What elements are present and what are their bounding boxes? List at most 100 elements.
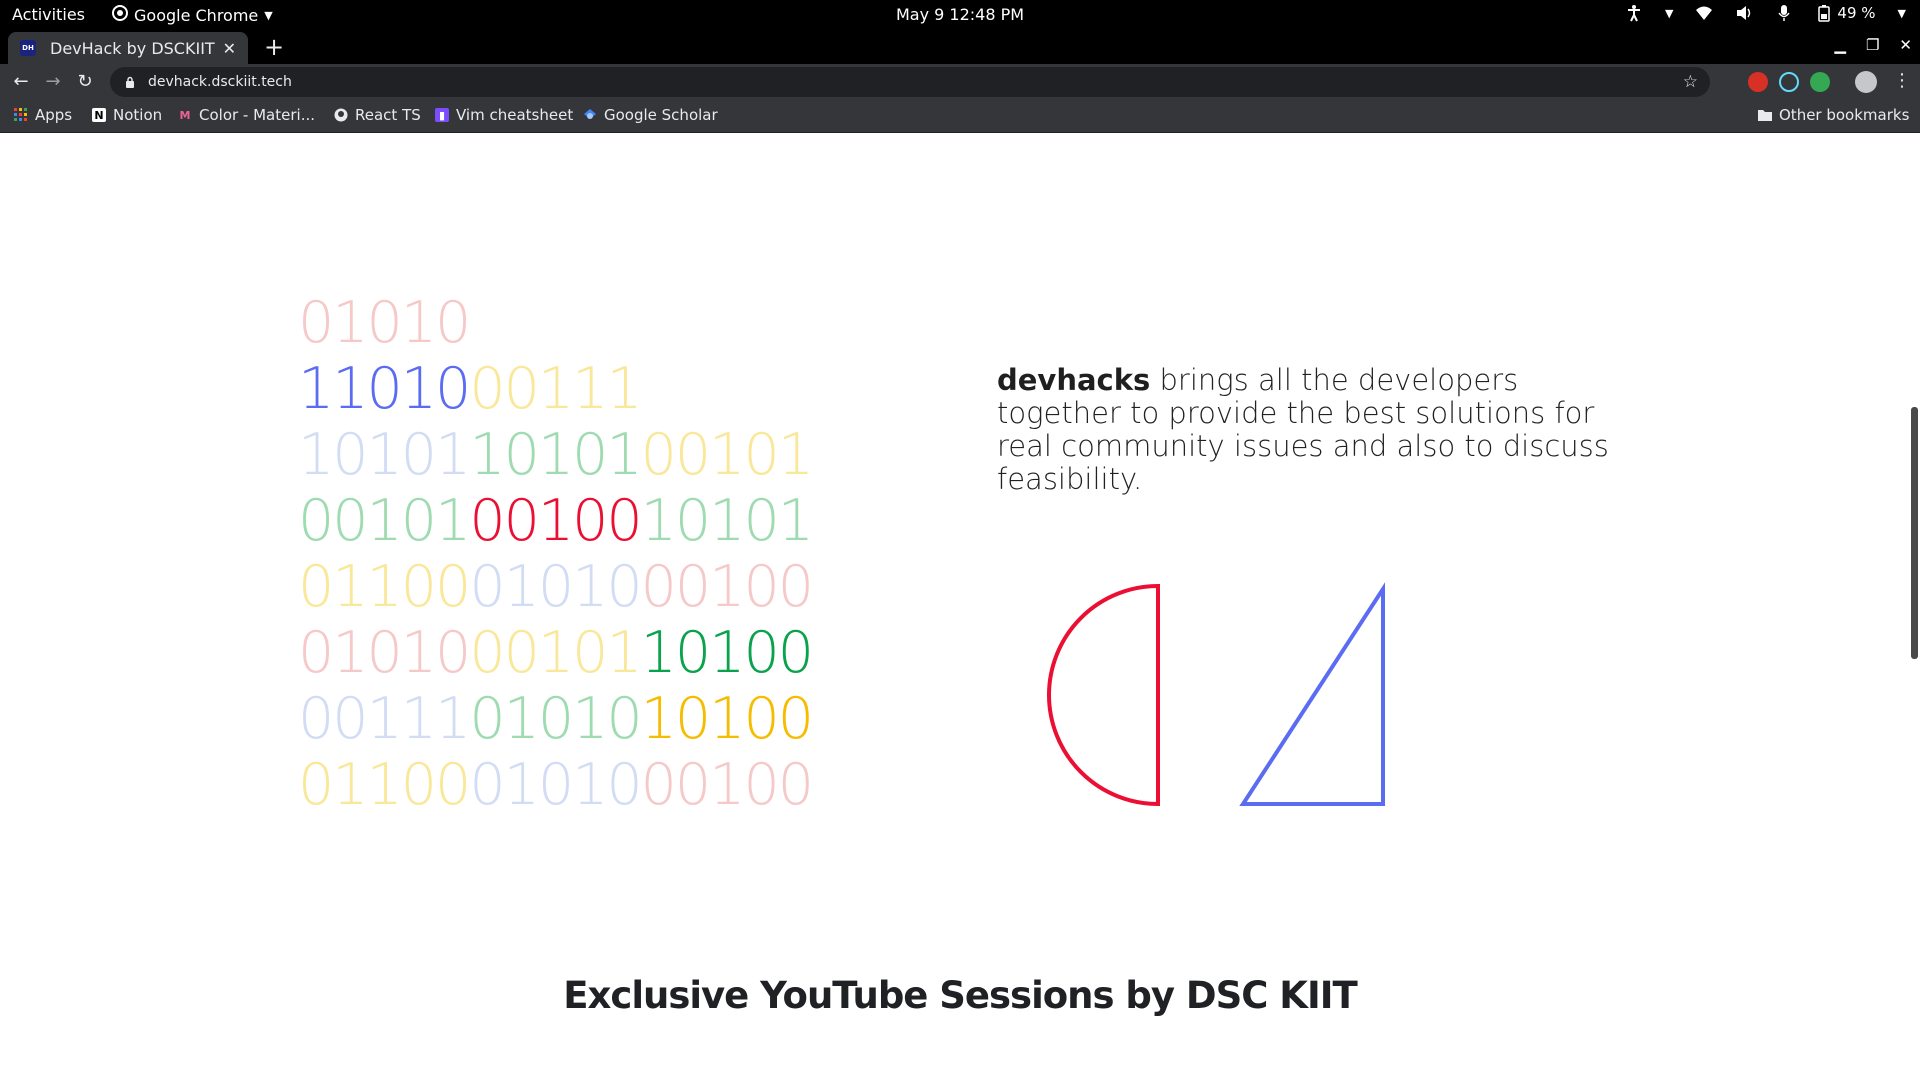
binary-segment: 00111	[469, 356, 642, 422]
page-viewport[interactable]: 01010 1101000111 101011010100101 0010100100…	[0, 134, 1920, 1080]
react-devtools-icon[interactable]	[1779, 72, 1799, 92]
decorative-shapes	[1047, 582, 1385, 807]
wifi-icon[interactable]	[1695, 4, 1713, 22]
scholar-icon	[583, 108, 597, 122]
bookmark-label: Vim cheatsheet	[456, 106, 574, 124]
binary-segment: 00101	[640, 422, 814, 488]
binary-segment: 00100	[640, 554, 814, 620]
tab-strip: DH DevHack by DSCKIIT ✕ + ▁ ❐ ✕	[0, 30, 1920, 64]
notion-icon: N	[92, 108, 106, 122]
chevron-down-icon: ▼	[264, 8, 273, 22]
binary-row: 1101000111	[298, 356, 812, 422]
vim-icon: ▮	[435, 108, 449, 122]
lock-icon[interactable]	[122, 74, 138, 90]
extension-green-icon[interactable]	[1810, 72, 1830, 92]
bookmark-color-material[interactable]: M Color - Materi...	[178, 106, 315, 124]
app-menu-label: Google Chrome	[134, 5, 259, 25]
binary-segment: 10100	[640, 620, 814, 686]
app-menu[interactable]: Google Chrome ▼	[112, 5, 273, 25]
bookmark-google-scholar[interactable]: Google Scholar	[583, 106, 718, 124]
binary-segment: 10101	[640, 488, 814, 554]
forward-arrow-icon[interactable]: →	[41, 70, 65, 94]
scrollbar-thumb[interactable]	[1911, 407, 1918, 659]
back-arrow-icon[interactable]: ←	[9, 70, 33, 94]
binary-row: 010100010110100	[298, 620, 814, 686]
microphone-icon[interactable]	[1775, 4, 1793, 22]
binary-segment: 00101	[469, 620, 642, 686]
more-menu-icon[interactable]: ⋮	[1893, 70, 1911, 91]
binary-row: 011000101000100	[298, 752, 814, 818]
bookmark-label: React TS	[355, 106, 421, 124]
binary-segment: 01100	[298, 554, 471, 620]
binary-segment: 10101	[298, 422, 471, 488]
binary-row: 001110101010100	[298, 686, 814, 752]
binary-row: 001010010010101	[298, 488, 814, 554]
binary-segment: 00100	[640, 752, 814, 818]
binary-segment: 01010	[298, 290, 471, 356]
binary-segment: 10100	[640, 686, 814, 752]
binary-segment: 11010	[298, 356, 471, 422]
binary-segment: 01010	[298, 620, 471, 686]
chrome-icon	[112, 5, 128, 25]
binary-row: 01010	[298, 290, 812, 356]
bookmark-label: Google Scholar	[604, 106, 718, 124]
bookmarks-bar: Apps N Notion M Color - Materi... React …	[0, 100, 1920, 133]
profile-avatar[interactable]	[1855, 71, 1877, 93]
bookmark-react-ts[interactable]: React TS	[334, 106, 421, 124]
minimize-icon[interactable]: ▁	[1834, 36, 1846, 54]
bookmark-label: Color - Materi...	[199, 106, 315, 124]
binary-segment: 00101	[298, 488, 471, 554]
bookmark-other[interactable]: Other bookmarks	[1758, 106, 1909, 124]
bookmark-notion[interactable]: N Notion	[92, 106, 162, 124]
address-bar[interactable]: devhack.dsckiit.tech ☆	[110, 67, 1710, 97]
window-controls: ▁ ❐ ✕	[1834, 36, 1912, 54]
binary-segment: 01010	[469, 554, 642, 620]
star-bookmark-icon[interactable]: ☆	[1683, 72, 1698, 92]
close-icon[interactable]: ✕	[223, 39, 236, 58]
chevron-down-icon[interactable]: ▼	[1665, 7, 1673, 20]
battery-percent: 49 %	[1837, 4, 1876, 22]
github-icon	[334, 108, 348, 122]
battery-indicator[interactable]: 49 %	[1815, 4, 1876, 22]
half-circle-shape	[1047, 583, 1160, 807]
apps-grid-icon	[14, 108, 28, 122]
battery-icon	[1815, 4, 1833, 22]
binary-segment: 01100	[298, 752, 471, 818]
url-text[interactable]: devhack.dsckiit.tech	[148, 74, 1683, 90]
binary-segment: 01010	[469, 686, 642, 752]
binary-row: 011000101000100	[298, 554, 814, 620]
folder-icon	[1758, 108, 1772, 122]
bookmark-vim-cheatsheet[interactable]: ▮ Vim cheatsheet	[435, 106, 573, 124]
new-tab-button[interactable]: +	[260, 34, 288, 62]
bookmark-label: Apps	[35, 106, 73, 124]
clock[interactable]: May 9 12:48 PM	[896, 5, 1024, 24]
close-window-icon[interactable]: ✕	[1899, 36, 1912, 54]
brand-name: devhacks	[997, 363, 1151, 397]
reload-icon[interactable]: ↻	[73, 70, 97, 94]
bookmark-label: Notion	[113, 106, 163, 124]
tab-devhack[interactable]: DH DevHack by DSCKIIT ✕	[8, 32, 248, 64]
volume-icon[interactable]	[1735, 4, 1753, 22]
restore-icon[interactable]: ❐	[1866, 36, 1879, 54]
binary-segment: 01010	[469, 752, 642, 818]
material-icon: M	[179, 108, 191, 122]
section-title: Exclusive YouTube Sessions by DSC KIIT	[563, 974, 1358, 1017]
system-top-bar: Activities Google Chrome ▼ May 9 12:48 P…	[0, 0, 1920, 30]
binary-art: 01010 1101000111 101011010100101 0010100100…	[298, 290, 814, 818]
extension-shield-icon[interactable]	[1748, 72, 1768, 92]
triangle-shape	[1239, 582, 1385, 806]
bookmark-apps[interactable]: Apps	[14, 106, 72, 124]
chevron-down-icon[interactable]: ▼	[1898, 7, 1906, 20]
system-tray[interactable]: ▼ 49 % ▼	[1625, 4, 1906, 22]
accessibility-icon[interactable]	[1625, 4, 1643, 22]
tab-title: DevHack by DSCKIIT	[50, 38, 215, 58]
binary-segment: 10101	[469, 422, 642, 488]
devhack-favicon-icon: DH	[20, 40, 36, 56]
binary-segment: 00100	[469, 488, 642, 554]
activities-button[interactable]: Activities	[12, 5, 85, 24]
bookmark-label: Other bookmarks	[1779, 106, 1910, 124]
browser-toolbar: ← → ↻ devhack.dsckiit.tech ☆ ⋮	[0, 64, 1920, 100]
binary-row: 101011010100101	[298, 422, 814, 488]
binary-segment: 00111	[298, 686, 471, 752]
about-paragraph: devhacks brings all the developers toget…	[997, 364, 1637, 496]
